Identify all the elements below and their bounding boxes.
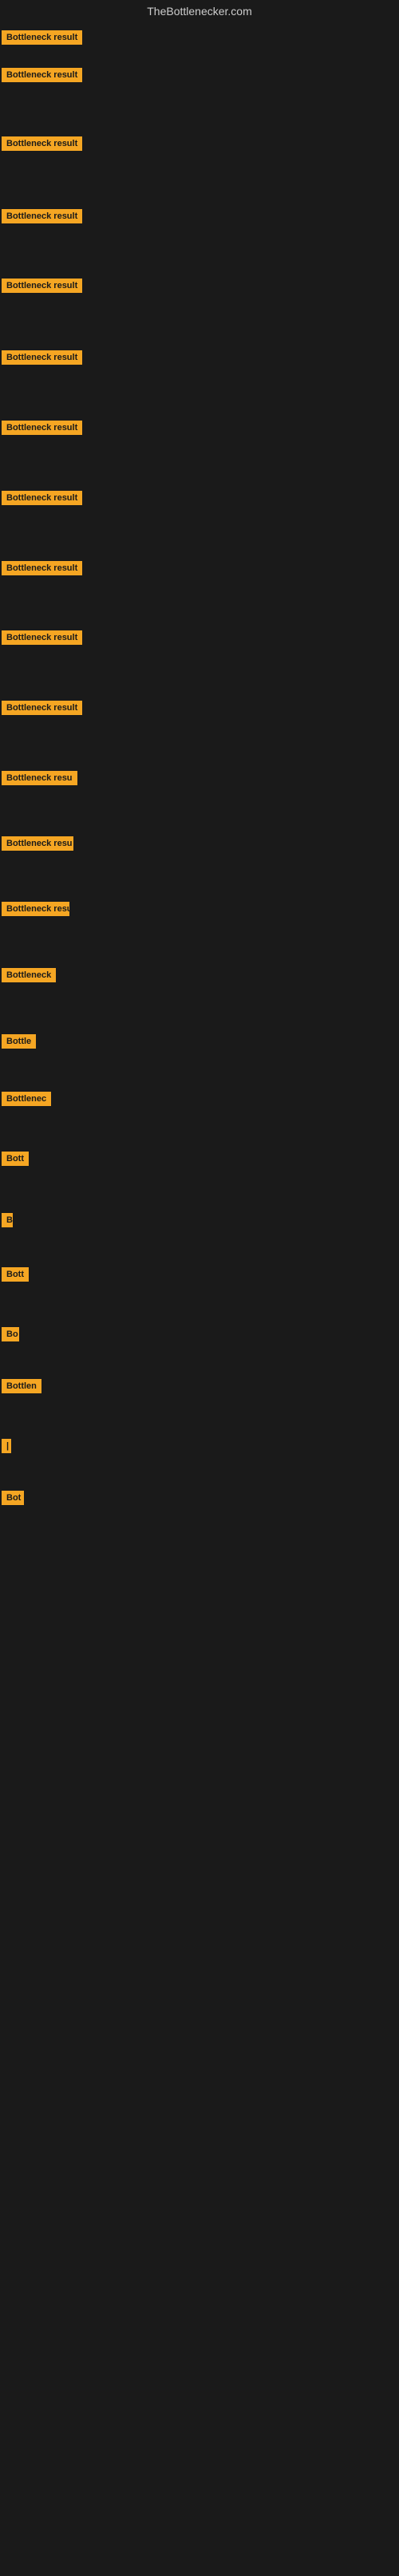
bottleneck-badge-4: Bottleneck result	[2, 209, 82, 223]
bottleneck-badge-12: Bottleneck resu	[2, 771, 77, 785]
bottleneck-badge-16: Bottle	[2, 1034, 36, 1049]
bottleneck-badge-10: Bottleneck result	[2, 630, 82, 645]
bottleneck-badge-17: Bottlenec	[2, 1092, 51, 1106]
bottleneck-badge-7: Bottleneck result	[2, 421, 82, 435]
bottleneck-badge-1: Bottleneck result	[2, 30, 82, 45]
bottleneck-badge-22: Bottlen	[2, 1379, 41, 1393]
bottleneck-badge-18: Bott	[2, 1152, 29, 1166]
bottleneck-badge-9: Bottleneck result	[2, 561, 82, 575]
bottleneck-badge-11: Bottleneck result	[2, 701, 82, 715]
bottleneck-badge-2: Bottleneck result	[2, 68, 82, 82]
bottleneck-badge-19: B	[2, 1213, 13, 1227]
bottleneck-badge-3: Bottleneck result	[2, 136, 82, 151]
bottleneck-badge-8: Bottleneck result	[2, 491, 82, 505]
bottleneck-badge-24: Bot	[2, 1491, 24, 1505]
site-title: TheBottlenecker.com	[0, 0, 399, 22]
bottleneck-badge-13: Bottleneck resu	[2, 836, 73, 851]
bottleneck-badge-23: |	[2, 1439, 11, 1453]
bottleneck-badge-5: Bottleneck result	[2, 279, 82, 293]
bottleneck-badge-14: Bottleneck resu	[2, 902, 69, 916]
bottleneck-badge-15: Bottleneck	[2, 968, 56, 982]
bottleneck-badge-20: Bott	[2, 1267, 29, 1282]
bottleneck-badge-6: Bottleneck result	[2, 350, 82, 365]
bottleneck-badge-21: Bo	[2, 1327, 19, 1341]
